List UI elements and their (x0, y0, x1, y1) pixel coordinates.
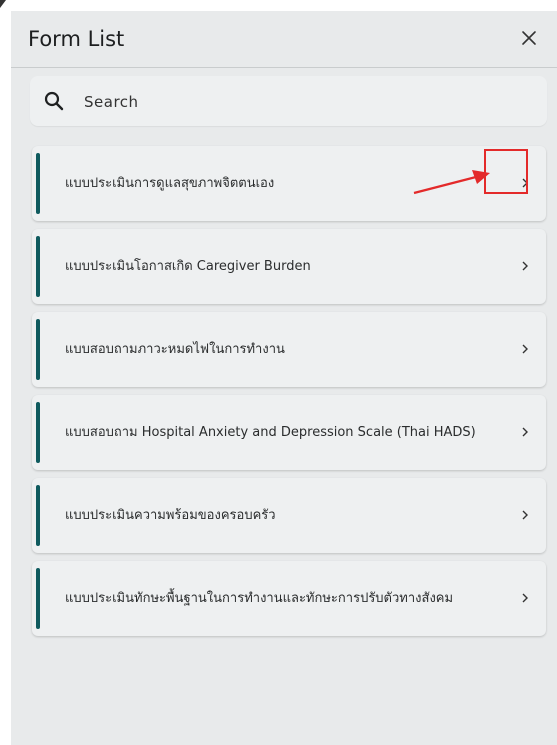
form-label: แบบประเมินความพร้อมของครอบครัว (65, 508, 276, 523)
accent-bar (36, 402, 40, 463)
chevron-right-icon[interactable] (514, 421, 536, 443)
accent-bar (36, 319, 40, 380)
chevron-right-icon[interactable] (514, 338, 536, 360)
form-label: แบบประเมินทักษะพื้นฐานในการทำงานและทักษะ… (65, 591, 454, 606)
form-label: แบบประเมินการดูแลสุขภาพจิตตนเอง (65, 176, 275, 191)
corner-mark (0, 0, 6, 8)
form-list-panel: Form List แบบประเมินการดูแลสุขภาพจิตตนเอ… (11, 11, 557, 745)
close-icon (522, 31, 536, 45)
list-item[interactable]: แบบประเมินการดูแลสุขภาพจิตตนเอง (32, 146, 546, 221)
form-label: แบบสอบถาม Hospital Anxiety and Depressio… (65, 425, 476, 440)
list-item[interactable]: แบบประเมินโอกาสเกิด Caregiver Burden (32, 229, 546, 304)
chevron-right-icon[interactable] (514, 587, 536, 609)
search-bar[interactable] (30, 76, 547, 126)
search-input[interactable] (82, 88, 526, 116)
list-item[interactable]: แบบประเมินทักษะพื้นฐานในการทำงานและทักษะ… (32, 561, 546, 636)
page-title: Form List (28, 27, 125, 51)
form-list: แบบประเมินการดูแลสุขภาพจิตตนเอง แบบประเม… (32, 146, 546, 644)
form-label: แบบประเมินโอกาสเกิด Caregiver Burden (65, 259, 311, 274)
accent-bar (36, 485, 40, 546)
chevron-right-icon[interactable] (514, 172, 536, 194)
search-icon (44, 91, 64, 111)
chevron-right-icon[interactable] (514, 504, 536, 526)
close-button[interactable] (517, 26, 541, 50)
accent-bar (36, 236, 40, 297)
form-label: แบบสอบถามภาวะหมดไฟในการทำงาน (65, 342, 285, 357)
panel-header: Form List (11, 11, 557, 68)
chevron-right-icon[interactable] (514, 255, 536, 277)
list-item[interactable]: แบบสอบถาม Hospital Anxiety and Depressio… (32, 395, 546, 470)
accent-bar (36, 568, 40, 629)
accent-bar (36, 153, 40, 214)
list-item[interactable]: แบบประเมินความพร้อมของครอบครัว (32, 478, 546, 553)
list-item[interactable]: แบบสอบถามภาวะหมดไฟในการทำงาน (32, 312, 546, 387)
